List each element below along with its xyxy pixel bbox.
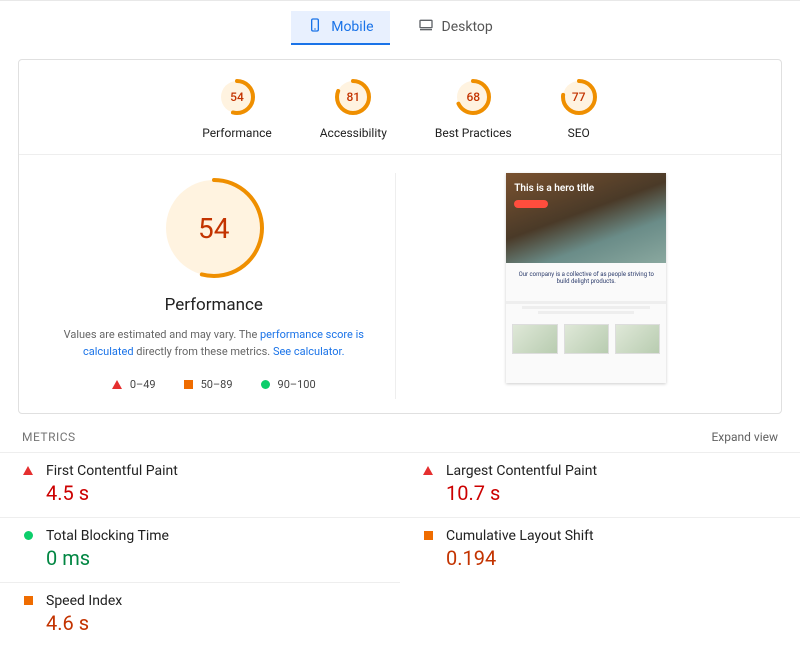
tab-desktop-label: Desktop	[442, 19, 493, 35]
square-icon	[424, 531, 433, 540]
see-calculator-link[interactable]: See calculator.	[273, 345, 345, 358]
legend-bad-label: 0–49	[130, 378, 156, 391]
metric-row[interactable]: Speed Index 4.6 s	[0, 582, 400, 647]
gauge-label: Accessibility	[320, 126, 387, 140]
disclaimer-text: Values are estimated and may vary. The	[64, 328, 260, 341]
circle-icon	[261, 380, 270, 389]
metric-name: Cumulative Layout Shift	[446, 528, 594, 544]
performance-detail: 54 Performance Values are estimated and …	[19, 155, 781, 413]
thumb-hero: This is a hero title	[506, 173, 666, 263]
screenshot-panel: This is a hero title Our company is a co…	[406, 173, 768, 399]
legend-bad: 0–49	[112, 378, 156, 391]
score-legend: 0–49 50–89 90–100	[112, 378, 316, 391]
triangle-icon	[423, 466, 433, 475]
thumb-body-text: Our company is a collective of as people…	[506, 263, 666, 293]
gauge-ring: 81	[334, 78, 372, 116]
gauge-ring: 68	[454, 78, 492, 116]
page-thumbnail: This is a hero title Our company is a co…	[506, 173, 666, 383]
thumb-hero-button	[514, 200, 548, 208]
gauge-performance[interactable]: 54 Performance	[202, 78, 271, 140]
metric-row[interactable]: Cumulative Layout Shift 0.194	[400, 517, 800, 582]
gauge-label: Best Practices	[435, 126, 512, 140]
gauge-accessibility[interactable]: 81 Accessibility	[320, 78, 387, 140]
legend-mid: 50–89	[184, 378, 233, 391]
thumb-image-row	[506, 324, 666, 354]
performance-disclaimer: Values are estimated and may vary. The p…	[44, 327, 384, 360]
metric-value: 4.6 s	[46, 611, 122, 635]
gauge-ring: 54	[218, 78, 256, 116]
desktop-icon	[418, 17, 434, 37]
triangle-icon	[112, 380, 122, 389]
metric-value: 0 ms	[46, 546, 169, 570]
legend-good-label: 90–100	[278, 378, 316, 391]
gauge-ring: 77	[560, 78, 598, 116]
tab-mobile-label: Mobile	[331, 19, 373, 35]
thumb-hero-title: This is a hero title	[514, 183, 658, 194]
metrics-grid: First Contentful Paint 4.5 s Largest Con…	[0, 452, 800, 647]
metric-value: 4.5 s	[46, 481, 178, 505]
mobile-icon	[307, 17, 323, 37]
disclaimer-text-2: directly from these metrics.	[134, 345, 273, 358]
square-icon	[24, 596, 33, 605]
metrics-title: METRICS	[22, 430, 76, 444]
gauge-value: 77	[560, 78, 598, 116]
device-tabs: Mobile Desktop	[0, 1, 800, 51]
performance-big-value: 54	[159, 173, 269, 283]
metric-name: First Contentful Paint	[46, 463, 178, 479]
gauge-label: SEO	[568, 126, 590, 140]
metric-name: Speed Index	[46, 593, 122, 609]
square-icon	[184, 380, 193, 389]
metric-row[interactable]: Total Blocking Time 0 ms	[0, 517, 400, 582]
metrics-header: METRICS Expand view	[0, 422, 800, 452]
metric-name: Largest Contentful Paint	[446, 463, 597, 479]
metric-value: 0.194	[446, 546, 594, 570]
tab-mobile[interactable]: Mobile	[291, 11, 389, 45]
metric-value: 10.7 s	[446, 481, 597, 505]
triangle-icon	[23, 466, 33, 475]
performance-big-gauge: 54	[159, 173, 269, 283]
gauge-value: 81	[334, 78, 372, 116]
legend-mid-label: 50–89	[201, 378, 233, 391]
gauge-label: Performance	[202, 126, 271, 140]
gauge-value: 68	[454, 78, 492, 116]
tab-desktop[interactable]: Desktop	[402, 11, 509, 45]
legend-good: 90–100	[261, 378, 316, 391]
summary-gauges: 54 Performance 81 Accessibility 68	[19, 78, 781, 155]
gauge-value: 54	[218, 78, 256, 116]
performance-big-label: Performance	[165, 295, 263, 315]
circle-icon	[24, 531, 33, 540]
metric-name: Total Blocking Time	[46, 528, 169, 544]
expand-view-link[interactable]: Expand view	[711, 430, 778, 444]
gauge-seo[interactable]: 77 SEO	[560, 78, 598, 140]
report-card: 54 Performance 81 Accessibility 68	[18, 59, 782, 414]
metric-row[interactable]: Largest Contentful Paint 10.7 s	[400, 452, 800, 517]
thumb-placeholder-lines	[506, 299, 666, 316]
metric-row[interactable]: First Contentful Paint 4.5 s	[0, 452, 400, 517]
gauge-best practices[interactable]: 68 Best Practices	[435, 78, 512, 140]
performance-gauge-panel: 54 Performance Values are estimated and …	[33, 173, 396, 399]
